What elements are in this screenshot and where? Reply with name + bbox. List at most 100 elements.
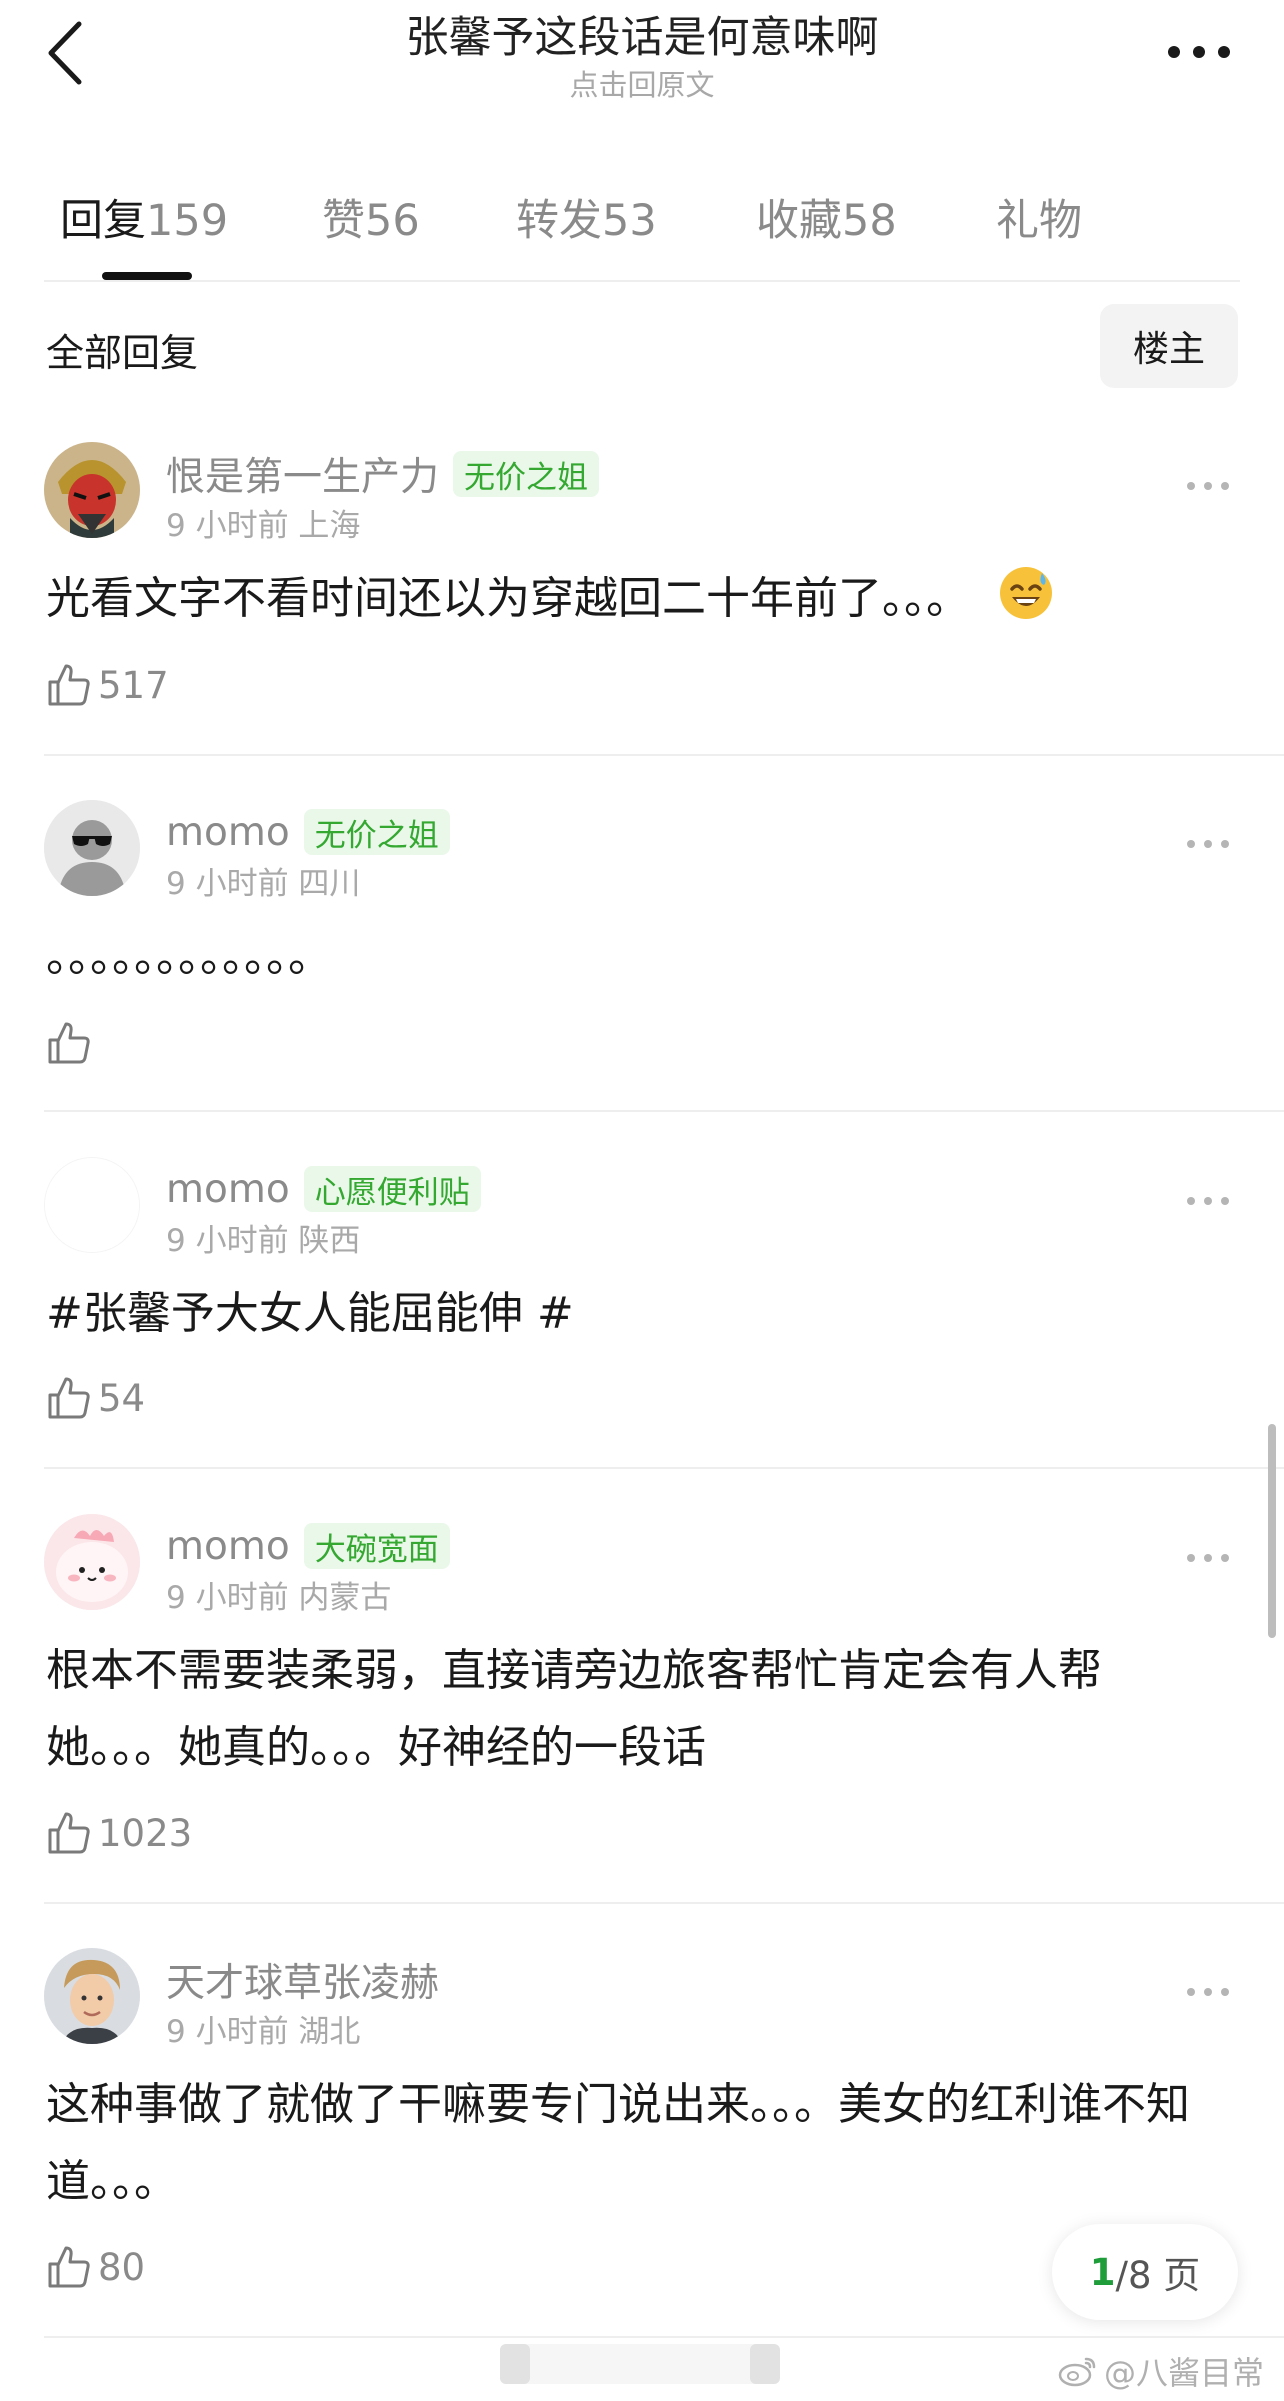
comment-header: 天才球草张凌赫 bbox=[166, 1954, 439, 2006]
tab-gifts[interactable]: 礼物 bbox=[996, 186, 1082, 248]
tab-count: 159 bbox=[146, 196, 229, 246]
pink-blob-avatar-icon bbox=[44, 1514, 140, 1610]
like-button[interactable]: 517 bbox=[46, 662, 169, 708]
comment-more-button[interactable] bbox=[1178, 824, 1238, 864]
thumbs-up-icon bbox=[48, 1022, 90, 1064]
thumbs-up-icon bbox=[48, 1812, 90, 1854]
like-button[interactable] bbox=[46, 1020, 98, 1066]
user-badge[interactable]: 心愿便利贴 bbox=[303, 1166, 481, 1212]
tab-label: 礼物 bbox=[996, 196, 1082, 246]
comment-meta: 9 小时前 四川 bbox=[166, 866, 361, 902]
username[interactable]: 恨是第一生产力 bbox=[166, 446, 439, 502]
scrollbar[interactable] bbox=[1268, 1424, 1276, 1638]
ellipsis-icon bbox=[1187, 1988, 1229, 1996]
tab-label: 转发 bbox=[516, 196, 602, 246]
divider bbox=[44, 754, 1284, 756]
tab-count: 53 bbox=[602, 196, 657, 246]
comment-text: 这种事做了就做了干嘛要专门说出来。。。美女的红利谁不知道。。。 bbox=[46, 2079, 1190, 2207]
bottom-home-bar bbox=[500, 2344, 780, 2384]
avatar[interactable] bbox=[44, 1948, 140, 2044]
tab-label: 赞 bbox=[322, 196, 365, 246]
blank-avatar-icon bbox=[45, 1158, 139, 1252]
comment-text: #张馨予大女人能屈能伸 # bbox=[46, 1288, 574, 1339]
back-to-original-link[interactable]: 点击回原文 bbox=[260, 66, 1024, 104]
thumbs-up-icon bbox=[48, 664, 90, 706]
active-tab-indicator bbox=[102, 272, 192, 280]
sunglasses-avatar-icon bbox=[44, 800, 140, 896]
chevron-left-icon bbox=[48, 21, 82, 85]
comment-header: momo 无价之姐 bbox=[166, 806, 450, 858]
tab-replies[interactable]: 回复159 bbox=[60, 186, 228, 248]
comment-header: 恨是第一生产力 无价之姐 bbox=[166, 446, 600, 502]
ellipsis-icon bbox=[1187, 1554, 1229, 1562]
top-nav-bar: 张馨予这段话是何意味啊 点击回原文 bbox=[0, 0, 1284, 110]
comment-text: 根本不需要装柔弱，直接请旁边旅客帮忙肯定会有人帮她。。。她真的。。。好神经的一段… bbox=[46, 1645, 1102, 1773]
sweat-smile-icon bbox=[1000, 567, 1052, 619]
comment-more-button[interactable] bbox=[1178, 1538, 1238, 1578]
user-badge[interactable]: 无价之姐 bbox=[303, 809, 450, 855]
page-title: 张馨予这段话是何意味啊 bbox=[405, 13, 879, 63]
divider bbox=[44, 1467, 1284, 1469]
like-count: 54 bbox=[98, 1376, 146, 1420]
comment-more-button[interactable] bbox=[1178, 1972, 1238, 2012]
like-count: 1023 bbox=[98, 1811, 193, 1855]
thumbs-up-icon bbox=[48, 1377, 90, 1419]
title-block[interactable]: 张馨予这段话是何意味啊 点击回原文 bbox=[260, 10, 1024, 104]
opera-mask-avatar-icon bbox=[44, 442, 140, 538]
comment-meta: 9 小时前 陕西 bbox=[166, 1223, 361, 1259]
user-badge[interactable]: 无价之姐 bbox=[453, 451, 600, 497]
back-button[interactable] bbox=[40, 18, 90, 88]
ellipsis-icon bbox=[1187, 840, 1229, 848]
username[interactable]: momo bbox=[166, 1167, 290, 1212]
avatar[interactable] bbox=[44, 800, 140, 896]
comment-more-button[interactable] bbox=[1178, 466, 1238, 506]
comment-header: momo 心愿便利贴 bbox=[166, 1163, 481, 1215]
owner-only-button[interactable]: 楼主 bbox=[1100, 304, 1238, 388]
current-page: 1 bbox=[1089, 2250, 1116, 2294]
bar-segment bbox=[750, 2344, 780, 2384]
comment-more-button[interactable] bbox=[1178, 1181, 1238, 1221]
like-button[interactable]: 54 bbox=[46, 1375, 145, 1421]
user-badge[interactable]: 大碗宽面 bbox=[303, 1523, 450, 1569]
tab-label: 回复 bbox=[60, 196, 146, 246]
comment-meta: 9 小时前 内蒙古 bbox=[166, 1580, 392, 1616]
tab-bar: 回复159 赞56 转发53 收藏58 礼物 bbox=[0, 170, 1284, 280]
ellipsis-icon bbox=[1168, 46, 1230, 58]
username[interactable]: momo bbox=[166, 1524, 290, 1569]
watermark-text: @八酱目常 bbox=[1104, 2354, 1265, 2392]
divider bbox=[44, 280, 1240, 282]
thumbs-up-icon bbox=[48, 2246, 90, 2288]
all-replies-label: 全部回复 bbox=[46, 331, 199, 375]
total-pages: /8 页 bbox=[1115, 2254, 1201, 2297]
username[interactable]: momo bbox=[166, 810, 290, 855]
filter-row: 全部回复 楼主 bbox=[0, 300, 1284, 390]
tab-likes[interactable]: 赞56 bbox=[322, 186, 420, 248]
tab-label: 收藏 bbox=[756, 196, 842, 246]
avatar[interactable] bbox=[44, 1157, 140, 1253]
portrait-avatar-icon bbox=[44, 1948, 140, 2044]
comment-text: 。。。。。。。。。。。。 bbox=[46, 931, 332, 982]
comment-meta: 9 小时前 上海 bbox=[166, 508, 361, 544]
like-button[interactable]: 80 bbox=[46, 2244, 145, 2290]
tab-count: 58 bbox=[842, 196, 897, 246]
like-count: 517 bbox=[98, 663, 169, 707]
divider bbox=[44, 1902, 1284, 1904]
comment-header: momo 大碗宽面 bbox=[166, 1520, 450, 1572]
divider bbox=[44, 1110, 1284, 1112]
divider bbox=[44, 2336, 1284, 2338]
tab-favorites[interactable]: 收藏58 bbox=[756, 186, 897, 248]
weibo-logo-icon bbox=[1058, 2357, 1096, 2387]
tab-count: 56 bbox=[365, 196, 420, 246]
tab-reposts[interactable]: 转发53 bbox=[516, 186, 657, 248]
avatar[interactable] bbox=[44, 1514, 140, 1610]
ellipsis-icon bbox=[1187, 482, 1229, 490]
avatar[interactable] bbox=[44, 442, 140, 538]
like-button[interactable]: 1023 bbox=[46, 1810, 192, 1856]
bar-segment bbox=[500, 2344, 530, 2384]
username[interactable]: 天才球草张凌赫 bbox=[166, 1952, 439, 2008]
watermark: @八酱目常 bbox=[1058, 2348, 1264, 2394]
page-indicator[interactable]: 1/8 页 bbox=[1052, 2224, 1238, 2320]
comment-text: 光看文字不看时间还以为穿越回二十年前了。。。 bbox=[46, 560, 1204, 637]
more-options-button[interactable] bbox=[1164, 32, 1234, 72]
comment-body: 光看文字不看时间还以为穿越回二十年前了。。。 bbox=[46, 573, 970, 624]
